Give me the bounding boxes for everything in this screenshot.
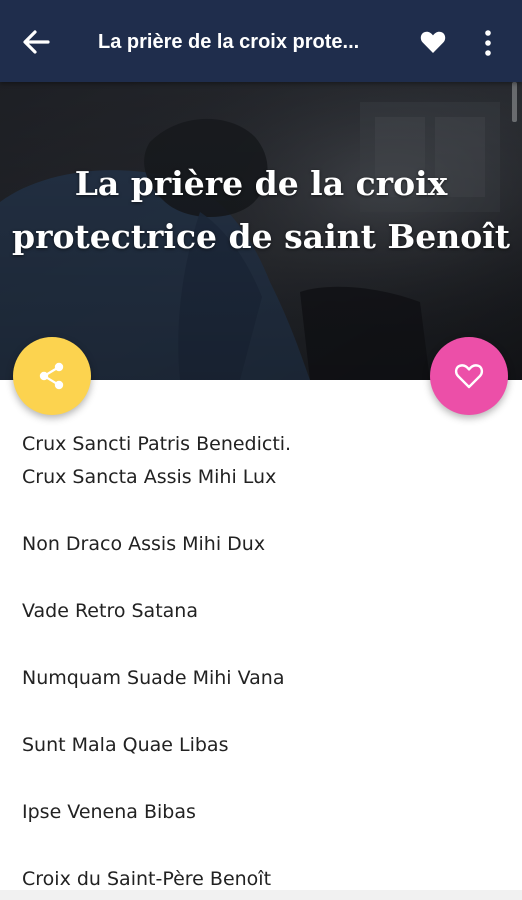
share-icon <box>39 362 64 390</box>
prayer-paragraph: Numquam Suade Mihi Vana <box>22 662 502 695</box>
share-button[interactable] <box>13 337 91 415</box>
favorite-button[interactable] <box>430 337 508 415</box>
prayer-paragraph: Crux Sancti Patris Benedicti. Crux Sancta… <box>22 428 502 494</box>
prayer-line: Crux Sancta Assis Mihi Lux <box>22 466 277 488</box>
prayer-paragraph: Ipse Venena Bibas <box>22 796 502 829</box>
hero-title: La prière de la croix protectrice de sai… <box>12 164 510 256</box>
prayer-text: Crux Sancti Patris Benedicti. Crux Sancta… <box>22 428 502 896</box>
prayer-line: Ipse Venena Bibas <box>22 801 196 823</box>
arrow-left-icon[interactable] <box>18 24 54 60</box>
prayer-paragraph: Vade Retro Satana <box>22 595 502 628</box>
hero-header: La prière de la croix protectrice de sai… <box>0 82 522 380</box>
prayer-paragraph: Sunt Mala Quae Libas <box>22 729 502 762</box>
heart-icon[interactable] <box>420 30 446 54</box>
bottom-edge <box>0 890 522 900</box>
prayer-line: Non Draco Assis Mihi Dux <box>22 533 266 555</box>
prayer-line: Vade Retro Satana <box>22 600 198 622</box>
heart-outline-icon <box>454 364 484 389</box>
prayer-paragraph: Non Draco Assis Mihi Dux <box>22 528 502 561</box>
prayer-line: Crux Sancti Patris Benedicti. <box>22 433 292 455</box>
prayer-line: Sunt Mala Quae Libas <box>22 734 229 756</box>
more-vertical-icon[interactable] <box>478 28 498 58</box>
app-bar-title: La prière de la croix prote... <box>98 31 360 53</box>
prayer-line: Numquam Suade Mihi Vana <box>22 667 285 689</box>
app-bar: La prière de la croix prote... <box>0 0 522 82</box>
scrollbar[interactable] <box>512 82 517 122</box>
